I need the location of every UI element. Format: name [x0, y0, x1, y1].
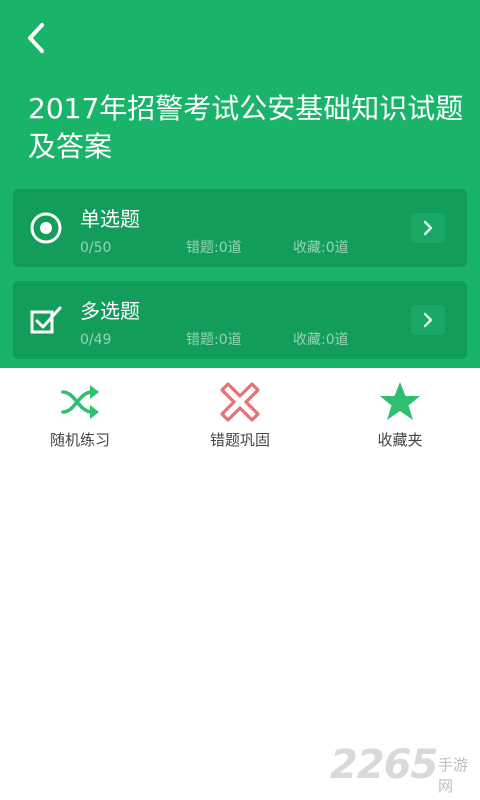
- multiple-choice-card[interactable]: 多选题 0/49 错题:0道 收藏:0道: [13, 281, 467, 359]
- star-icon: [380, 382, 420, 420]
- watermark: 2265 手游网: [330, 742, 480, 800]
- single-choice-card[interactable]: 单选题 0/50 错题:0道 收藏:0道: [13, 189, 467, 267]
- card-title: 多选题: [80, 299, 140, 323]
- page-title: 2017年招警考试公安基础知识试题及答案: [28, 92, 464, 163]
- radio-icon: [30, 212, 62, 244]
- wrong-count: 错题:0道: [186, 332, 242, 348]
- watermark-number: 2265: [330, 742, 438, 788]
- progress-text: 0/50: [80, 240, 112, 256]
- action-label: 随机练习: [49, 431, 110, 449]
- favorite-count: 收藏:0道: [293, 240, 349, 256]
- action-label: 收藏夹: [377, 431, 423, 449]
- wrong-count: 错题:0道: [186, 240, 242, 256]
- card-title: 单选题: [80, 207, 140, 231]
- card-arrow-button[interactable]: [411, 213, 445, 243]
- random-practice-button[interactable]: 随机练习: [20, 380, 140, 450]
- favorite-count: 收藏:0道: [293, 332, 349, 348]
- progress-text: 0/49: [80, 332, 112, 348]
- action-label: 错题巩固: [209, 431, 270, 449]
- checkbox-icon: [30, 306, 62, 334]
- header: 2017年招警考试公安基础知识试题及答案 单选题 0/50 错题:0道 收藏:0…: [0, 0, 480, 368]
- favorites-button[interactable]: 收藏夹: [340, 380, 460, 450]
- chevron-right-icon: [423, 312, 433, 328]
- chevron-right-icon: [423, 220, 433, 236]
- cross-icon: [220, 382, 260, 422]
- shuffle-icon: [61, 385, 99, 419]
- back-button[interactable]: [22, 20, 54, 56]
- card-arrow-button[interactable]: [411, 305, 445, 335]
- wrong-review-button[interactable]: 错题巩固: [180, 380, 300, 450]
- chevron-left-icon: [28, 23, 44, 53]
- watermark-text: 手游网: [438, 756, 469, 795]
